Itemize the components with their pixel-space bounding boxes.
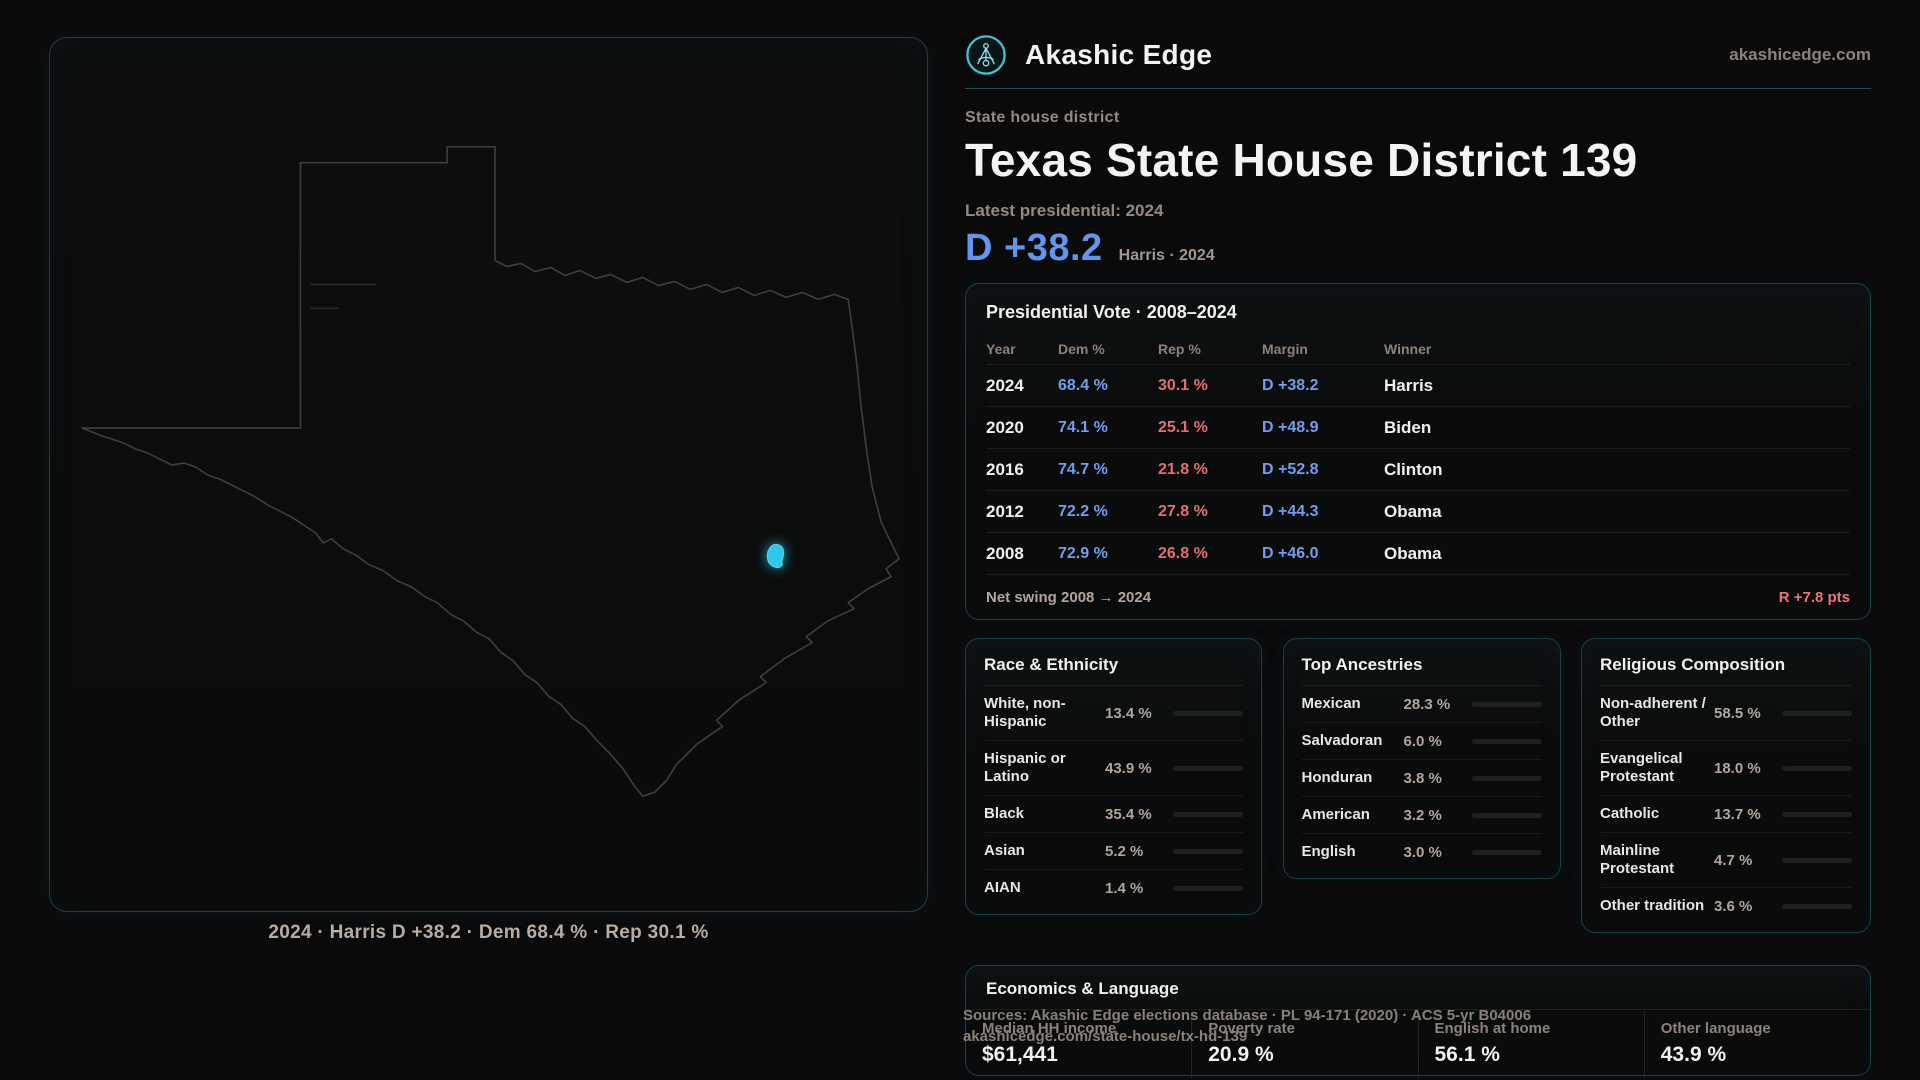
col-rep: Rep % [1158,341,1262,357]
map-caption: 2024 · Harris D +38.2 · Dem 68.4 % · Rep… [49,922,928,944]
headline-margin: D +38.2 Harris · 2024 [965,227,1871,270]
mini-bar [1173,812,1243,817]
stat-english-at-home: English at home 56.1 % [1418,1012,1644,1078]
col-year: Year [986,341,1058,357]
list-item: Catholic 13.7 % [1600,796,1852,833]
kicker: State house district [965,109,1871,127]
net-swing-label: Net swing 2008 → 2024 [986,589,1151,606]
mini-bar [1472,702,1542,707]
race-ethnicity-title: Race & Ethnicity [984,655,1243,686]
table-row: 2012 72.2 % 27.8 % D +44.3 Obama [986,491,1850,533]
col-dem: Dem % [1058,341,1158,357]
net-swing-row: Net swing 2008 → 2024 R +7.8 pts [986,575,1850,619]
demographics-row: Race & Ethnicity White, non-Hispanic 13.… [965,638,1871,933]
col-winner: Winner [1384,341,1850,357]
mini-bar [1472,813,1542,818]
mini-bar [1472,850,1542,855]
mini-bar [1782,711,1852,716]
top-ancestries-panel: Top Ancestries Mexican 28.3 % Salvadoran… [1283,638,1561,879]
list-item: Other tradition 3.6 % [1600,888,1852,924]
list-item: Mainline Protestant 4.7 % [1600,833,1852,888]
mini-bar [1173,711,1243,716]
col-margin: Margin [1262,341,1384,357]
presidential-vote-title: Presidential Vote · 2008–2024 [986,302,1850,323]
stat-other-language: Other language 43.9 % [1644,1012,1870,1078]
list-item: American 3.2 % [1302,797,1542,834]
economics-language-panel: Economics & Language Median HH income $6… [965,965,1871,1076]
margin-value: D +38.2 [965,227,1103,270]
table-row: 2016 74.7 % 21.8 % D +52.8 Clinton [986,449,1850,491]
list-item: Black 35.4 % [984,796,1243,833]
table-header-row: Year Dem % Rep % Margin Winner [986,333,1850,365]
table-row: 2024 68.4 % 30.1 % D +38.2 Harris [986,365,1850,407]
list-item: Honduran 3.8 % [1302,760,1542,797]
mini-bar [1173,766,1243,771]
net-swing-value: R +7.8 pts [1779,589,1850,606]
economics-language-title: Economics & Language [966,979,1870,1010]
texas-map [50,38,927,911]
table-row: 2008 72.9 % 26.8 % D +46.0 Obama [986,533,1850,575]
highlighted-district[interactable] [767,544,784,567]
list-item: Evangelical Protestant 18.0 % [1600,741,1852,796]
presidential-vote-table: Year Dem % Rep % Margin Winner 2024 68.4… [986,333,1850,619]
list-item: Mexican 28.3 % [1302,686,1542,723]
mini-bar [1173,849,1243,854]
mini-bar [1782,812,1852,817]
list-item: Salvadoran 6.0 % [1302,723,1542,760]
stat-poverty-rate: Poverty rate 20.9 % [1191,1012,1417,1078]
mini-bar [1782,904,1852,909]
stat-median-income: Median HH income $61,441 [966,1012,1191,1078]
list-item: Non-adherent / Other 58.5 % [1600,686,1852,741]
brand-name: Akashic Edge [1025,39,1212,71]
top-ancestries-title: Top Ancestries [1302,655,1542,686]
list-item: Asian 5.2 % [984,833,1243,870]
mini-bar [1782,766,1852,771]
district-map-panel [49,37,928,912]
margin-context: Harris · 2024 [1119,247,1215,265]
brand-domain-link[interactable]: akashicedge.com [1729,45,1871,65]
religious-composition-title: Religious Composition [1600,655,1852,686]
presidential-vote-panel: Presidential Vote · 2008–2024 Year Dem %… [965,283,1871,620]
race-ethnicity-panel: Race & Ethnicity White, non-Hispanic 13.… [965,638,1262,915]
list-item: AIAN 1.4 % [984,870,1243,906]
detail-column: Akashic Edge akashicedge.com State house… [965,0,1871,1076]
page-title: Texas State House District 139 [965,133,1871,187]
mini-bar [1472,776,1542,781]
table-row: 2020 74.1 % 25.1 % D +48.9 Biden [986,407,1850,449]
list-item: Hispanic or Latino 43.9 % [984,741,1243,796]
mini-bar [1782,858,1852,863]
list-item: White, non-Hispanic 13.4 % [984,686,1243,741]
texas-outline [82,147,899,797]
site-header: Akashic Edge akashicedge.com [965,0,1871,89]
latest-presidential-label: Latest presidential: 2024 [965,201,1871,221]
akashic-edge-logo-icon [965,34,1007,76]
dashboard: 2024 · Harris D +38.2 · Dem 68.4 % · Rep… [0,0,1920,1080]
religious-composition-panel: Religious Composition Non-adherent / Oth… [1581,638,1871,933]
mini-bar [1472,739,1542,744]
mini-bar [1173,886,1243,891]
list-item: English 3.0 % [1302,834,1542,870]
